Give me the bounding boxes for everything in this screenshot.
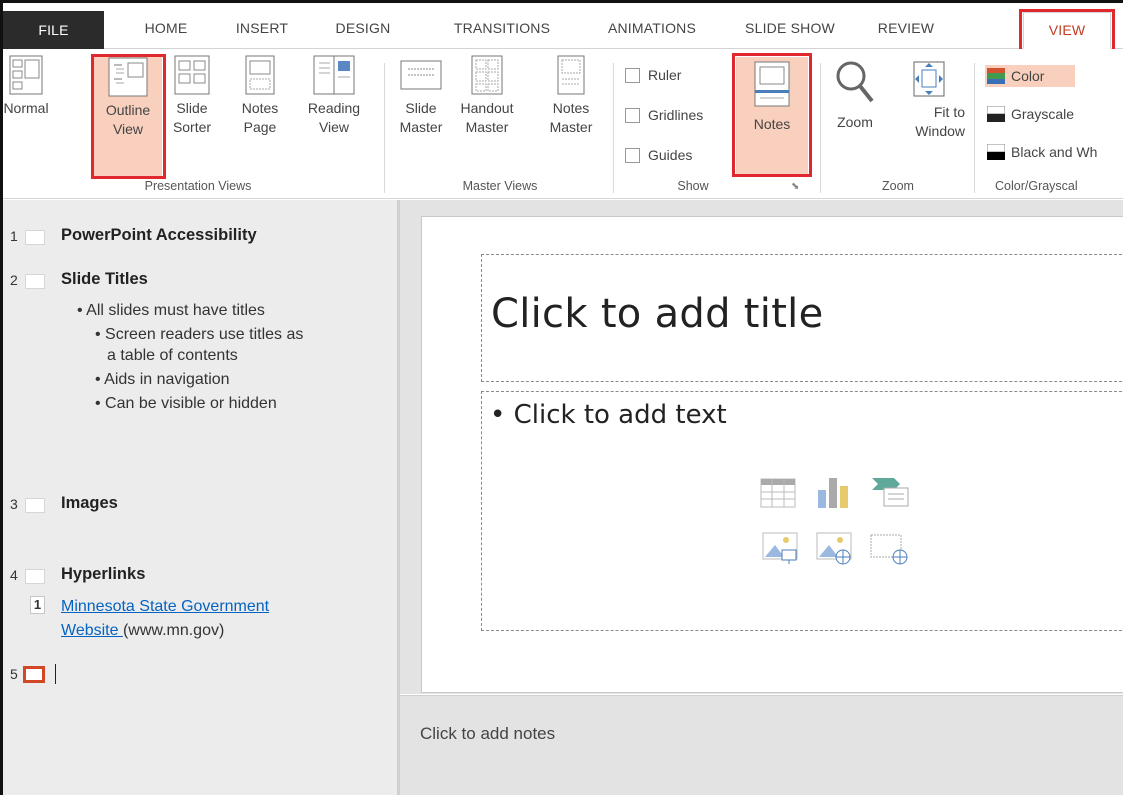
title-placeholder[interactable]: Click to add title	[481, 254, 1123, 382]
group-label-presentation-views: Presentation Views	[144, 179, 252, 193]
tab-insert[interactable]: INSERT	[227, 13, 297, 43]
checkbox-icon	[625, 108, 640, 123]
zoom-button[interactable]: Zoom	[825, 55, 885, 132]
group-separator	[974, 63, 975, 193]
title-placeholder-text: Click to add title	[491, 291, 824, 337]
outline-bullet[interactable]: a table of contents	[107, 345, 238, 366]
insert-online-picture-icon[interactable]	[816, 532, 852, 566]
group-separator	[613, 63, 614, 193]
checkbox-icon	[625, 148, 640, 163]
notes-pane[interactable]: Click to add notes	[400, 695, 1123, 795]
color-swatch-icon	[987, 68, 1005, 84]
handout-master-button[interactable]: Handout Master	[455, 55, 519, 137]
notes-placeholder-text: Click to add notes	[420, 724, 556, 743]
hyperlink-url-text: (www.mn.gov)	[122, 622, 225, 639]
slide-sorter-button[interactable]: Slide Sorter	[171, 55, 213, 137]
tab-home[interactable]: HOME	[131, 13, 201, 43]
insert-picture-icon[interactable]	[762, 532, 798, 566]
checkbox-icon	[625, 68, 640, 83]
group-label-master-views: Master Views	[462, 179, 538, 193]
slide-thumbnail-icon[interactable]	[25, 274, 45, 289]
group-label-color-grayscale: Color/Grayscal	[995, 179, 1078, 193]
color-button[interactable]: Color	[985, 65, 1075, 87]
grayscale-button[interactable]: Grayscale	[987, 103, 1074, 125]
outline-slide-title[interactable]: PowerPoint Accessibility	[61, 226, 257, 245]
content-placeholder[interactable]: • Click to add text	[481, 391, 1123, 631]
text-cursor	[55, 664, 56, 684]
hyperlink-website[interactable]: Website	[61, 622, 123, 639]
powerpoint-window: FILE HOME INSERT DESIGN TRANSITIONS ANIM…	[0, 0, 1123, 795]
normal-view-button[interactable]: Normal	[3, 55, 49, 118]
black-white-swatch-icon	[987, 144, 1005, 160]
outline-bullet[interactable]: • All slides must have titles	[77, 300, 265, 321]
slide-number: 1	[10, 228, 18, 244]
hyperlink-line-1[interactable]: Minnesota State Government	[61, 596, 269, 617]
tab-file[interactable]: FILE	[3, 11, 104, 49]
handout-master-icon	[471, 55, 503, 95]
slide-number: 5	[10, 666, 18, 682]
outline-slide-title[interactable]: Slide Titles	[61, 270, 148, 289]
dialog-launcher-icon[interactable]: ⬊	[791, 181, 799, 192]
ribbon-tab-bar: FILE HOME INSERT DESIGN TRANSITIONS ANIM…	[3, 3, 1123, 53]
reading-view-icon	[313, 55, 355, 95]
slide-number: 2	[10, 272, 18, 288]
magnifier-icon	[836, 61, 874, 103]
slide-number: 3	[10, 496, 18, 512]
slide-thumbnail-icon[interactable]	[25, 230, 45, 245]
normal-view-icon	[9, 55, 43, 95]
group-separator	[820, 63, 821, 193]
group-label-zoom: Zoom	[882, 179, 914, 193]
ruler-checkbox[interactable]: Ruler	[625, 65, 681, 85]
hyperlink-line-2[interactable]: Website (www.mn.gov)	[61, 620, 224, 641]
tab-animations[interactable]: ANIMATIONS	[592, 13, 712, 43]
tab-design[interactable]: DESIGN	[321, 13, 405, 43]
notes-page-button[interactable]: Notes Page	[235, 55, 285, 137]
view-tab-callout-box	[1019, 9, 1115, 53]
slide-thumbnail-icon[interactable]	[25, 569, 45, 584]
notes-callout-box	[732, 53, 812, 177]
notes-master-button[interactable]: Notes Master	[541, 55, 601, 137]
group-label-show: Show	[677, 179, 709, 193]
outline-bullet[interactable]: • Can be visible or hidden	[95, 393, 277, 414]
slide-master-button[interactable]: Slide Master	[395, 55, 447, 137]
guides-checkbox[interactable]: Guides	[625, 145, 692, 165]
fit-to-window-icon	[913, 61, 945, 97]
notes-master-icon	[557, 55, 585, 95]
content-placeholder-text: • Click to add text	[490, 400, 727, 430]
hyperlink-minnesota[interactable]: Minnesota State Government	[61, 598, 269, 615]
outline-bullet[interactable]: • Aids in navigation	[95, 369, 230, 390]
insert-table-icon[interactable]	[760, 478, 796, 508]
gridlines-checkbox[interactable]: Gridlines	[625, 105, 703, 125]
slide-canvas[interactable]: Click to add title • Click to add text	[421, 216, 1123, 693]
outline-bullet[interactable]: • Screen readers use titles as	[95, 324, 303, 345]
black-and-white-button[interactable]: Black and Wh	[987, 141, 1097, 163]
grayscale-swatch-icon	[987, 106, 1005, 122]
slide-thumbnail-active-icon[interactable]	[23, 666, 45, 683]
insert-video-icon[interactable]	[870, 532, 910, 566]
insert-smartart-icon[interactable]	[870, 476, 910, 508]
hyperlink-number-badge: 1	[30, 596, 45, 614]
ribbon-view: Normal Outline View Slide Sorter Notes P…	[3, 49, 1123, 199]
slide-master-icon	[400, 60, 442, 90]
insert-chart-icon[interactable]	[816, 476, 852, 508]
outline-slide-title[interactable]: Images	[61, 494, 118, 513]
slide-number: 4	[10, 567, 18, 583]
outline-slide-title[interactable]: Hyperlinks	[61, 565, 145, 584]
notes-page-icon	[245, 55, 275, 95]
slide-thumbnail-icon[interactable]	[25, 498, 45, 513]
reading-view-button[interactable]: Reading View	[303, 55, 365, 137]
group-separator	[384, 63, 385, 193]
tab-transitions[interactable]: TRANSITIONS	[440, 13, 564, 43]
slide-sorter-icon	[174, 55, 210, 95]
fit-to-window-button[interactable]: Fit to Window	[893, 55, 965, 141]
tab-slide-show[interactable]: SLIDE SHOW	[740, 13, 840, 43]
tab-review[interactable]: REVIEW	[866, 13, 946, 43]
outline-view-callout-box	[91, 54, 166, 179]
outline-pane[interactable]: 1 PowerPoint Accessibility 2 Slide Title…	[3, 200, 397, 795]
